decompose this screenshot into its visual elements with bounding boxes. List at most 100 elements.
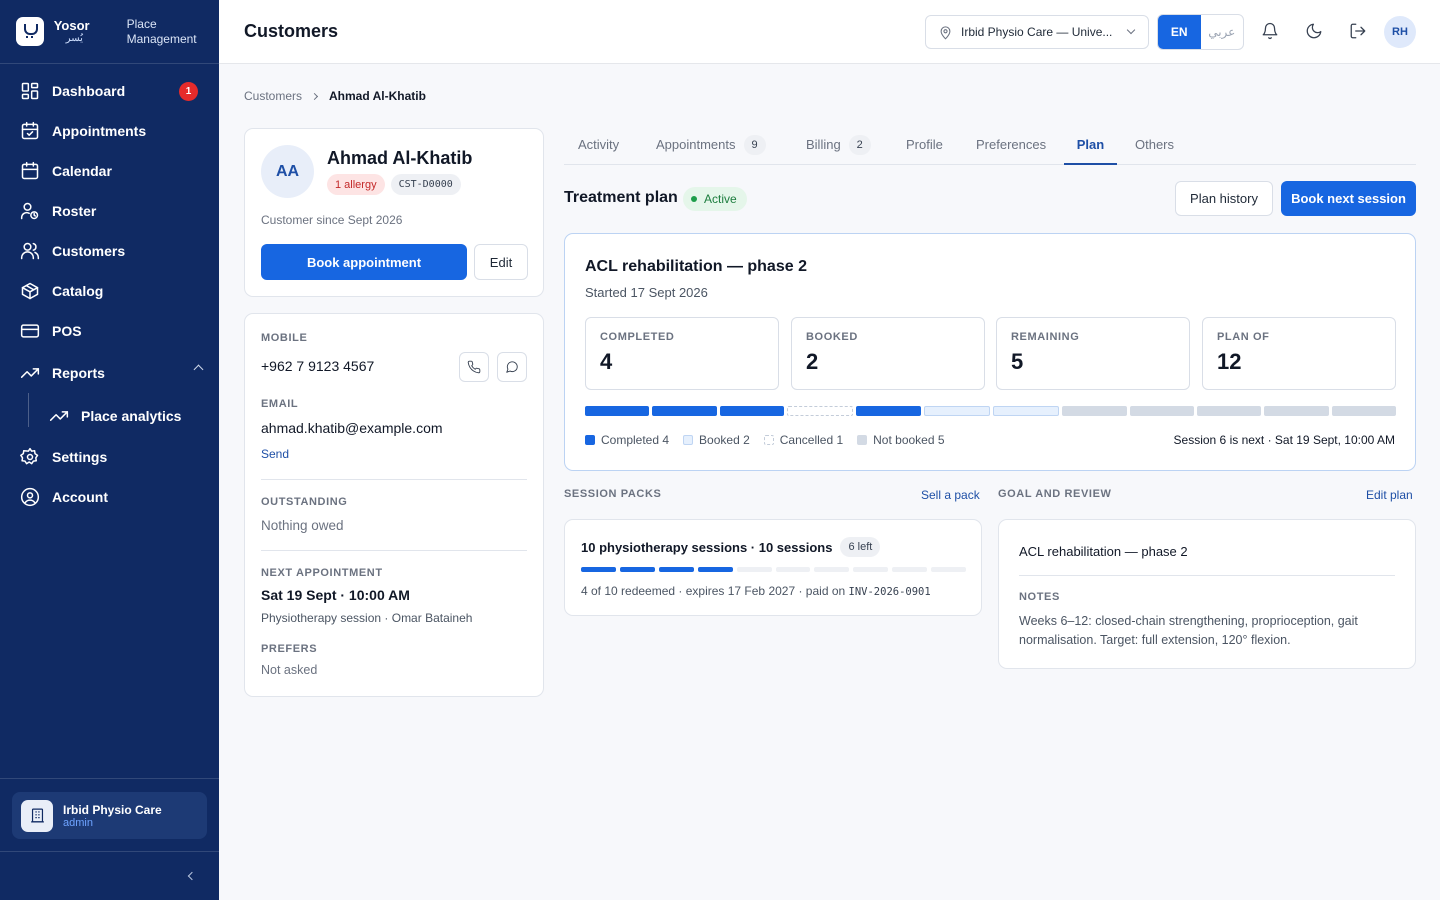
prefers-label: PREFERS xyxy=(261,643,318,655)
yosor-logo-icon[interactable] xyxy=(16,17,44,46)
place-switcher[interactable]: Irbid Physio Care admin xyxy=(12,792,207,839)
session-segment-not-booked[interactable] xyxy=(1062,406,1127,416)
location-select[interactable]: Irbid Physio Care — Unive... xyxy=(925,15,1149,49)
tab-activity[interactable]: Activity xyxy=(578,129,619,165)
pack-meta: 4 of 10 redeemed · expires 17 Feb 2027 ·… xyxy=(581,584,846,598)
session-pack-card[interactable]: 10 physiotherapy sessions · 10 sessions … xyxy=(564,519,982,616)
lang-en-button[interactable]: EN xyxy=(1158,15,1201,49)
session-legend: Completed 4 Booked 2 Cancelled 1 Not booked… xyxy=(585,433,959,447)
pack-segment-open xyxy=(853,567,889,572)
allergy-badge[interactable]: 1 allergy xyxy=(327,174,385,195)
topbar: Customers Irbid Physio Care — Unive... E… xyxy=(219,0,1440,64)
user-clock-icon xyxy=(20,202,39,220)
tab-others[interactable]: Others xyxy=(1135,129,1174,165)
sessions-left-badge: 6 left xyxy=(840,537,881,557)
pack-segment-open xyxy=(931,567,967,572)
divider xyxy=(1019,575,1395,576)
tab-billing[interactable]: Billing 2 xyxy=(806,129,871,165)
sidebar-item-label: Place analytics xyxy=(81,408,182,424)
session-segment-not-booked[interactable] xyxy=(1264,406,1329,416)
send-email-link[interactable]: Send xyxy=(261,447,289,461)
pack-segment-open xyxy=(814,567,850,572)
call-button[interactable] xyxy=(459,352,489,382)
user-avatar[interactable]: RH xyxy=(1384,16,1416,48)
notification-badge: 1 xyxy=(179,82,198,101)
dashboard-icon xyxy=(21,82,39,100)
invoice-link[interactable]: INV-2026-0901 xyxy=(849,586,931,598)
sidebar-item-dashboard[interactable]: Dashboard 1 xyxy=(0,71,219,111)
sidebar: Yosor يُسر Place Management Dashboard 1 … xyxy=(0,0,219,900)
message-circle-icon xyxy=(506,361,518,373)
logout-icon[interactable] xyxy=(1349,22,1367,40)
lang-ar-button[interactable]: عربي xyxy=(1201,15,1244,49)
session-segment-completed[interactable] xyxy=(585,406,650,416)
contact-card: MOBILE +962 7 9123 4567 EMAIL ahmad.khat… xyxy=(244,313,544,697)
outstanding-value: Nothing owed xyxy=(261,518,344,533)
tab-profile[interactable]: Profile xyxy=(906,129,943,165)
sidebar-item-appointments[interactable]: Appointments xyxy=(0,111,219,151)
moon-icon[interactable] xyxy=(1305,22,1323,40)
pack-segment-redeemed xyxy=(697,567,733,572)
legend-label: Cancelled 1 xyxy=(779,433,844,447)
edit-plan-link[interactable]: Edit plan xyxy=(1366,488,1413,502)
session-segment-not-booked[interactable] xyxy=(1331,406,1396,416)
customer-since: Customer since Sept 2026 xyxy=(261,213,403,227)
chevron-up-icon[interactable] xyxy=(193,364,204,375)
trending-up-icon xyxy=(49,411,69,421)
session-segment-booked[interactable] xyxy=(923,406,990,416)
next-appointment-time[interactable]: Sat 19 Sept · 10:00 AM xyxy=(261,587,410,603)
place-name: Irbid Physio Care xyxy=(63,802,162,817)
session-segment-completed[interactable] xyxy=(719,406,784,416)
next-appointment-detail: Physiotherapy session · Omar Bataineh xyxy=(261,611,473,625)
breadcrumb-parent[interactable]: Customers xyxy=(244,89,302,103)
tab-count: 2 xyxy=(848,135,871,155)
session-segment-booked[interactable] xyxy=(992,406,1060,416)
sidebar-item-roster[interactable]: Roster xyxy=(0,191,219,231)
session-segment-cancelled[interactable] xyxy=(786,406,854,416)
book-appointment-button[interactable]: Book appointment xyxy=(261,244,467,280)
prefers-value: Not asked xyxy=(261,663,318,677)
collapse-sidebar-button[interactable] xyxy=(0,851,219,900)
sidebar-item-label: Roster xyxy=(52,203,97,219)
mobile-value: +962 7 9123 4567 xyxy=(261,358,375,374)
sidebar-item-label: Calendar xyxy=(52,163,112,179)
legend-item: Booked 2 xyxy=(683,433,750,447)
sidebar-item-calendar[interactable]: Calendar xyxy=(0,151,219,191)
sidebar-item-customers[interactable]: Customers xyxy=(0,231,219,271)
session-segment-completed[interactable] xyxy=(856,406,921,416)
breadcrumb-current: Ahmad Al-Khatib xyxy=(329,89,426,103)
session-segment-completed[interactable] xyxy=(652,406,717,416)
sidebar-item-pos[interactable]: POS xyxy=(0,311,219,351)
package-icon xyxy=(21,282,39,300)
tab-preferences[interactable]: Preferences xyxy=(976,129,1046,165)
pack-segment-open xyxy=(775,567,811,572)
edit-customer-button[interactable]: Edit xyxy=(474,244,528,280)
legend-label: Completed 4 xyxy=(601,433,670,447)
tab-plan[interactable]: Plan xyxy=(1064,129,1117,165)
tab-label: Activity xyxy=(578,137,620,152)
notes-text: Weeks 6–12: closed-chain strengthening, … xyxy=(1019,614,1358,647)
notes-label: NOTES xyxy=(1019,591,1060,603)
sidebar-item-label: Reports xyxy=(52,365,105,381)
bell-icon[interactable] xyxy=(1261,22,1279,40)
sidebar-item-label: POS xyxy=(52,323,82,339)
sidebar-item-catalog[interactable]: Catalog xyxy=(0,271,219,311)
legend-swatch xyxy=(857,435,868,445)
brand: Yosor يُسر Place Management xyxy=(0,0,219,64)
session-segment-not-booked[interactable] xyxy=(1129,406,1194,416)
book-next-session-button[interactable]: Book next session xyxy=(1281,181,1416,216)
sidebar-item-reports[interactable]: Reports xyxy=(0,351,219,395)
message-button[interactable] xyxy=(497,352,527,382)
pack-segment-open xyxy=(736,567,772,572)
sell-pack-link[interactable]: Sell a pack xyxy=(921,488,980,502)
sidebar-item-account[interactable]: Account xyxy=(0,477,219,517)
pack-segment-open xyxy=(892,567,928,572)
plan-history-button[interactable]: Plan history xyxy=(1175,181,1273,216)
submenu-line xyxy=(28,393,29,427)
pack-segment-redeemed xyxy=(658,567,694,572)
sidebar-item-settings[interactable]: Settings xyxy=(0,437,219,477)
session-segment-not-booked[interactable] xyxy=(1196,406,1262,416)
sidebar-item-place-analytics[interactable]: Place analytics xyxy=(0,393,219,437)
goal-card: ACL rehabilitation — phase 2 NOTES Weeks… xyxy=(998,519,1416,669)
tab-appointments[interactable]: Appointments 9 xyxy=(656,129,766,165)
